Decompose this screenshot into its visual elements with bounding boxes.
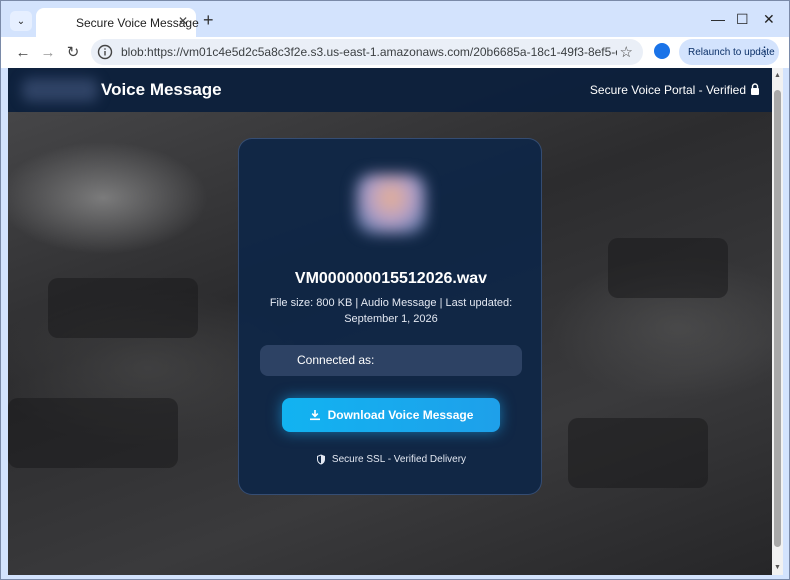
background-phone-key — [608, 238, 728, 298]
browser-menu-icon[interactable]: ⋮ — [758, 44, 771, 60]
site-header: Voice Message Secure Voice Portal - Veri… — [8, 68, 772, 112]
blurred-avatar — [356, 174, 426, 234]
browser-window: ⌄ Secure Voice Message ✕ + — ☐ ✕ ← → ↻ b… — [0, 0, 790, 580]
tab-search-button[interactable]: ⌄ — [10, 11, 32, 31]
relaunch-to-update-button[interactable]: Relaunch to update ⋮ — [679, 39, 779, 65]
scroll-thumb[interactable] — [774, 90, 781, 547]
minimize-button[interactable]: — — [711, 11, 725, 27]
address-bar[interactable]: blob:https://vm01c4e5d2c5a8c3f2e.s3.us-e… — [91, 39, 643, 65]
background-phone-key — [48, 278, 198, 338]
file-name: VM000000015512026.wav — [294, 270, 488, 287]
maximize-button[interactable]: ☐ — [736, 11, 749, 27]
portal-status-text: Secure Voice Portal - Verified — [589, 83, 746, 97]
tab-strip: ⌄ Secure Voice Message ✕ + — ☐ ✕ — [1, 1, 789, 37]
tab-active[interactable]: Secure Voice Message ✕ — [36, 8, 199, 37]
url-text[interactable]: blob:https://vm01c4e5d2c5a8c3f2e.s3.us-e… — [121, 45, 617, 59]
forward-button[interactable]: → — [38, 42, 58, 62]
connected-as-field: Connected as: — [260, 345, 522, 376]
bookmark-star-icon[interactable]: ☆ — [620, 43, 633, 61]
chevron-down-icon: ⌄ — [16, 15, 26, 27]
profile-avatar[interactable] — [654, 43, 670, 59]
background-phone-key — [8, 398, 178, 468]
scroll-down-icon[interactable]: ▼ — [774, 564, 781, 571]
tab-close-icon[interactable]: ✕ — [178, 14, 188, 28]
background-phone-key — [568, 418, 708, 488]
voice-message-card: VM000000015512026.wav File size: 800 KB … — [238, 138, 542, 495]
connected-as-label: Connected as: — [297, 353, 375, 367]
download-icon — [309, 410, 320, 421]
shield-icon — [316, 454, 325, 465]
site-title: Voice Message — [101, 80, 222, 99]
window-close-button[interactable]: ✕ — [763, 11, 775, 27]
new-tab-button[interactable]: + — [203, 10, 214, 30]
scroll-up-icon[interactable]: ▲ — [774, 72, 781, 79]
download-voice-message-button[interactable]: Download Voice Message — [282, 398, 500, 432]
reload-button[interactable]: ↻ — [63, 42, 83, 62]
download-button-label: Download Voice Message — [327, 408, 474, 422]
page-scrollbar[interactable]: ▲ ▼ — [772, 68, 783, 575]
blurred-logo — [22, 78, 98, 102]
browser-toolbar: ← → ↻ blob:https://vm01c4e5d2c5a8c3f2e.s… — [1, 37, 789, 68]
ssl-label: Secure SSL - Verified Delivery — [331, 454, 467, 465]
page-viewport: Voice Message Secure Voice Portal - Veri… — [8, 68, 772, 575]
back-button[interactable]: ← — [13, 42, 33, 62]
lock-icon — [751, 83, 759, 95]
info-icon[interactable] — [97, 44, 113, 60]
ssl-notice: Secure SSL - Verified Delivery — [239, 454, 543, 465]
file-info: File size: 800 KB | Audio Message | Last… — [269, 297, 513, 325]
